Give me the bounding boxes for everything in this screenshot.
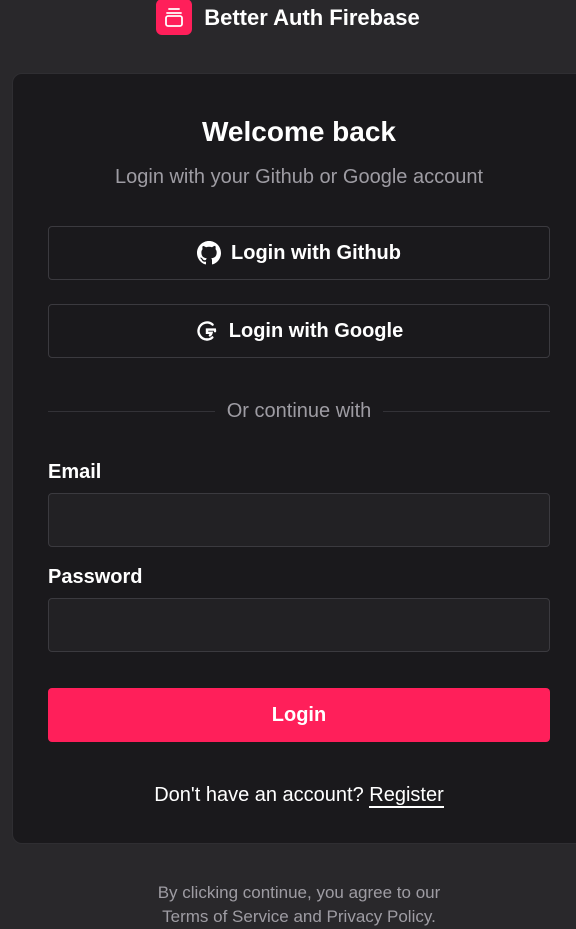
page-title: Welcome back bbox=[201, 116, 397, 147]
divider-line-right bbox=[383, 410, 551, 412]
brand-header: Better Auth Firebase bbox=[0, 0, 576, 40]
page-subtitle: Login with your Github or Google account bbox=[115, 166, 483, 188]
login-google-button[interactable]: Login with Google bbox=[48, 304, 550, 358]
email-field[interactable] bbox=[48, 493, 550, 547]
divider-line-left bbox=[48, 410, 215, 412]
login-github-button[interactable]: Login with Github bbox=[48, 226, 550, 280]
login-google-label: Login with Google bbox=[228, 319, 404, 342]
login-button[interactable]: Login bbox=[48, 688, 550, 742]
terms-footer: By clicking continue, you agree to our T… bbox=[0, 881, 576, 929]
terms-line-2: Terms of Service and Privacy Policy. bbox=[162, 907, 436, 926]
password-field[interactable] bbox=[48, 598, 550, 652]
terms-line-1: By clicking continue, you agree to our bbox=[157, 883, 441, 902]
stacked-layers-icon bbox=[156, 0, 193, 35]
divider-text: Or continue with bbox=[226, 399, 372, 422]
divider: Or continue with bbox=[48, 398, 551, 424]
login-github-label: Login with Github bbox=[231, 241, 401, 264]
google-icon bbox=[195, 319, 219, 343]
email-label: Email bbox=[48, 461, 102, 483]
register-row: Don't have an account? Register bbox=[0, 781, 576, 809]
brand-name: Better Auth Firebase bbox=[204, 5, 420, 30]
register-prompt: Don't have an account? bbox=[154, 784, 364, 806]
password-label: Password bbox=[48, 566, 143, 588]
register-link[interactable]: Register bbox=[369, 784, 444, 808]
github-icon bbox=[197, 241, 222, 265]
